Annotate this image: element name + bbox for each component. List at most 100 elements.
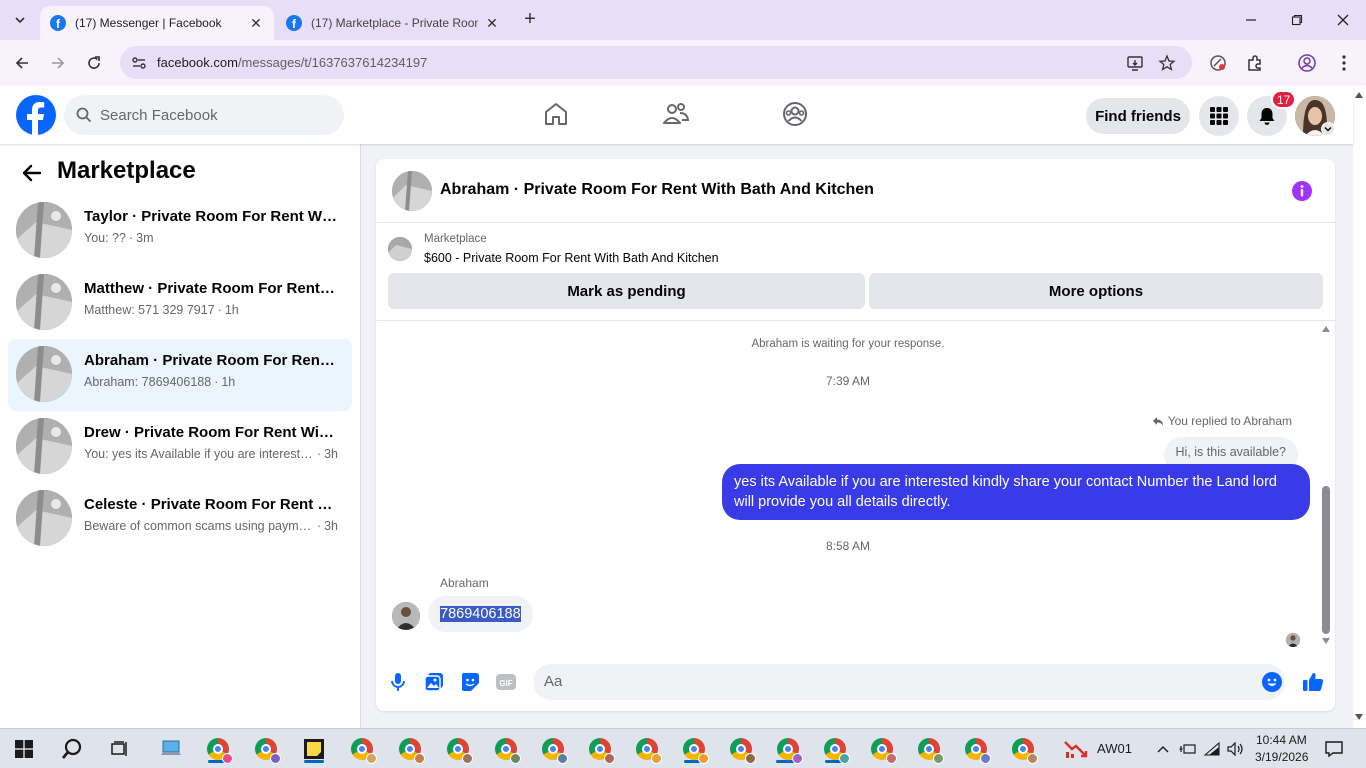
extension-vpn-icon[interactable]	[1208, 53, 1228, 73]
scroll-down-arrow-icon[interactable]	[1355, 714, 1363, 720]
sender-avatar[interactable]	[392, 602, 420, 630]
menu-grid-icon[interactable]	[1199, 96, 1239, 136]
site-info-icon[interactable]	[130, 54, 148, 72]
scroll-up-arrow-icon[interactable]	[1322, 326, 1330, 332]
tab-marketplace[interactable]: f (17) Marketplace - Private Room ✕	[276, 6, 510, 40]
chat-scrollbar[interactable]	[1320, 324, 1332, 649]
reload-icon[interactable]	[82, 51, 106, 75]
chrome-profile-icon[interactable]	[348, 735, 377, 764]
conversation-item[interactable]: Matthew · Private Room For Rent With Bat…	[8, 267, 352, 339]
scroll-up-arrow-icon[interactable]	[1355, 92, 1363, 98]
conversation-item[interactable]: Drew · Private Room For Rent With Bath A…	[8, 411, 352, 483]
conversation-item[interactable]: Celeste · Private Room For Rent With Bat…	[8, 483, 352, 555]
volume-icon[interactable]	[1225, 735, 1247, 763]
conversation-time: 3h	[324, 447, 338, 461]
sticky-notes-icon[interactable]	[300, 735, 328, 763]
clock-time[interactable]: 10:44 AM	[1256, 733, 1307, 747]
conversation-item[interactable]: Taylor · Private Room For Rent With Bath…	[8, 195, 352, 267]
clock-date[interactable]: 3/19/2026	[1255, 750, 1308, 764]
gif-icon[interactable]: GIF	[495, 671, 517, 693]
chrome-profile-icon[interactable]	[680, 735, 709, 764]
bookmark-star-icon[interactable]	[1158, 54, 1176, 72]
minimize-icon[interactable]	[1239, 8, 1263, 32]
url-text[interactable]: facebook.com/messages/t/1637637614234197	[157, 55, 427, 70]
task-view-icon[interactable]	[106, 735, 134, 763]
listing-banner: Marketplace $600 - Private Room For Rent…	[376, 223, 1335, 321]
new-tab-button[interactable]: +	[520, 9, 540, 30]
close-window-icon[interactable]	[1331, 8, 1355, 32]
restore-icon[interactable]	[1285, 8, 1309, 32]
more-options-button[interactable]: More options	[869, 273, 1323, 309]
notification-center-icon[interactable]	[1320, 735, 1348, 763]
close-tab-icon[interactable]: ✕	[248, 15, 264, 31]
stock-widget-label[interactable]: AW01	[1097, 741, 1132, 756]
preview-text: Beware of common scams using payment app…	[84, 519, 314, 533]
microphone-icon[interactable]	[387, 671, 409, 693]
taskbar-search-icon[interactable]	[58, 735, 86, 763]
conversation-time: 3m	[136, 231, 154, 245]
chrome-profile-icon[interactable]	[252, 735, 281, 764]
chrome-profile-icon[interactable]	[868, 735, 897, 764]
outgoing-message[interactable]: yes its Available if you are interested …	[722, 464, 1310, 520]
install-app-icon[interactable]	[1126, 54, 1144, 72]
chrome-profile-icon[interactable]	[444, 735, 473, 764]
chrome-profile-icon[interactable]	[204, 735, 233, 764]
chrome-profile-icon[interactable]	[821, 735, 850, 764]
chrome-profile-icon-active[interactable]	[774, 735, 803, 764]
chrome-profile-icon[interactable]	[539, 735, 568, 764]
extensions-puzzle-icon[interactable]	[1245, 53, 1265, 73]
scrollbar-thumb[interactable]	[1322, 486, 1330, 634]
find-friends-button[interactable]: Find friends	[1086, 98, 1190, 134]
browser-menu-icon[interactable]	[1334, 53, 1354, 73]
thumbs-up-icon[interactable]	[1302, 671, 1324, 693]
chrome-profile-icon[interactable]	[586, 735, 615, 764]
incoming-message[interactable]: 7869406188	[428, 596, 533, 632]
chrome-profile-icon[interactable]	[1009, 735, 1038, 764]
tab-messenger[interactable]: f (17) Messenger | Facebook ✕	[40, 6, 274, 40]
emoji-icon[interactable]	[1262, 672, 1282, 692]
back-arrow-icon[interactable]	[20, 161, 44, 185]
facebook-search-input[interactable]: Search Facebook	[64, 95, 344, 135]
show-hidden-icons-chevron-icon[interactable]	[1152, 735, 1174, 763]
listing-thumbnail[interactable]	[388, 237, 412, 261]
chrome-profile-icon[interactable]	[492, 735, 521, 764]
profile-icon[interactable]	[1297, 53, 1317, 73]
info-icon[interactable]	[1292, 181, 1312, 201]
search-icon	[76, 107, 92, 123]
conversation-item-selected[interactable]: Abraham · Private Room For Rent With Bat…	[8, 339, 352, 411]
chat-title[interactable]: Abraham · Private Room For Rent With Bat…	[440, 181, 874, 199]
account-chevron-icon[interactable]	[1321, 122, 1335, 136]
battery-icon[interactable]	[1177, 735, 1199, 763]
chrome-profile-icon[interactable]	[962, 735, 991, 764]
tab-search-chevron-icon[interactable]	[8, 8, 32, 32]
this-pc-icon[interactable]	[157, 735, 185, 763]
chrome-profile-icon[interactable]	[396, 735, 425, 764]
chat-avatar[interactable]	[392, 171, 432, 211]
stock-widget-icon[interactable]	[1062, 735, 1090, 763]
mark-as-pending-button[interactable]: Mark as pending	[388, 273, 865, 309]
message-input[interactable]: Aa	[533, 664, 1285, 700]
home-icon[interactable]	[542, 100, 570, 128]
wifi-icon[interactable]	[1201, 735, 1223, 763]
back-icon[interactable]	[10, 51, 34, 75]
sticker-icon[interactable]	[459, 671, 481, 693]
preview-text: You: yes its Available if you are intere…	[84, 447, 314, 461]
friends-icon[interactable]	[662, 100, 690, 128]
scroll-down-arrow-icon[interactable]	[1322, 638, 1330, 644]
facebook-logo-icon[interactable]	[16, 95, 56, 135]
chrome-profile-icon[interactable]	[915, 735, 944, 764]
listing-title[interactable]: $600 - Private Room For Rent With Bath A…	[424, 251, 719, 265]
conversation-preview: You: yes its Available if you are intere…	[84, 447, 338, 461]
selected-text[interactable]: 7869406188	[440, 606, 521, 622]
photo-icon[interactable]	[423, 671, 445, 693]
svg-text:GIF: GIF	[499, 679, 512, 688]
page-scrollbar[interactable]	[1353, 86, 1366, 728]
address-bar[interactable]: facebook.com/messages/t/1637637614234197	[120, 46, 1192, 79]
forward-icon[interactable]	[46, 51, 70, 75]
url-path: /messages/t/1637637614234197	[237, 55, 428, 70]
chrome-profile-icon[interactable]	[633, 735, 662, 764]
close-tab-icon[interactable]: ✕	[484, 15, 500, 31]
chrome-profile-icon[interactable]	[727, 735, 756, 764]
groups-icon[interactable]	[781, 100, 809, 128]
windows-start-icon[interactable]	[10, 735, 38, 763]
